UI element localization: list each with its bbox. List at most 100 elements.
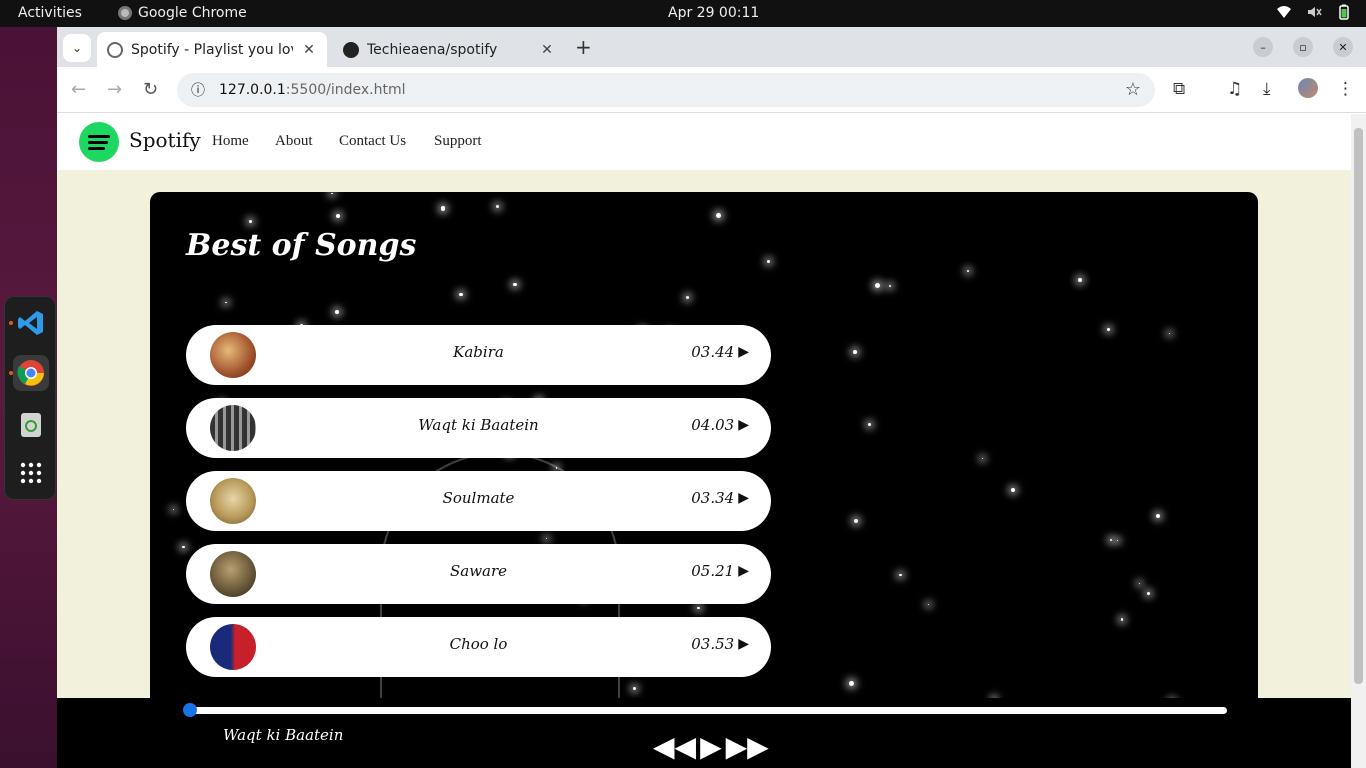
star-decoration bbox=[182, 546, 185, 549]
site-info-icon[interactable]: ⓘ bbox=[191, 80, 205, 100]
star-decoration bbox=[440, 206, 446, 211]
app-menu[interactable]: Google Chrome bbox=[118, 5, 247, 21]
tab-title: Spotify - Playlist you love bbox=[131, 41, 293, 58]
tab-spotify[interactable]: Spotify - Playlist you love ✕ bbox=[97, 32, 327, 67]
dock-app-grid[interactable] bbox=[13, 455, 49, 491]
activities-button[interactable]: Activities bbox=[18, 5, 82, 21]
brand-name[interactable]: Spotify bbox=[129, 128, 201, 152]
system-top-bar: Activities Google Chrome Apr 29 00:11 bbox=[0, 0, 1366, 27]
progress-knob[interactable] bbox=[183, 703, 197, 717]
dock-vscode[interactable] bbox=[9, 305, 49, 341]
minimize-button[interactable]: – bbox=[1253, 37, 1273, 57]
scrollbar-thumb[interactable] bbox=[1354, 128, 1363, 684]
duration-text: 03.34 bbox=[691, 489, 735, 507]
album-cover bbox=[210, 405, 256, 451]
close-window-button[interactable]: ✕ bbox=[1333, 37, 1353, 57]
star-decoration bbox=[513, 282, 517, 286]
play-icon[interactable]: ▶ bbox=[738, 563, 749, 579]
address-bar[interactable]: ⓘ 127.0.0.1:5500/index.html ☆ bbox=[177, 73, 1155, 107]
trash-icon bbox=[21, 413, 41, 437]
album-cover bbox=[210, 624, 256, 670]
app-grid-icon bbox=[20, 462, 42, 484]
star-decoration bbox=[967, 269, 970, 272]
star-decoration bbox=[927, 603, 930, 606]
song-item[interactable]: Choo lo 03.53 ▶ bbox=[186, 617, 771, 677]
nav-home[interactable]: Home bbox=[212, 133, 249, 150]
running-indicator bbox=[9, 371, 13, 375]
download-icon[interactable]: ⤓ bbox=[1263, 79, 1271, 99]
star-decoration bbox=[1109, 538, 1113, 542]
star-decoration bbox=[867, 422, 871, 427]
reload-button[interactable]: ↻ bbox=[143, 79, 158, 100]
page-scrollbar[interactable] bbox=[1351, 114, 1366, 768]
nav-contact[interactable]: Contact Us bbox=[339, 133, 406, 150]
restore-button[interactable]: ▫ bbox=[1293, 37, 1313, 57]
spotify-logo-icon[interactable] bbox=[79, 122, 119, 162]
play-icon[interactable]: ▶ bbox=[738, 490, 749, 506]
song-item[interactable]: Soulmate 03.34 ▶ bbox=[186, 471, 771, 531]
clock[interactable]: Apr 29 00:11 bbox=[668, 5, 759, 21]
song-item[interactable]: Saware 05.21 ▶ bbox=[186, 544, 771, 604]
song-duration[interactable]: 03.53 ▶ bbox=[691, 635, 749, 653]
star-decoration bbox=[1147, 591, 1151, 595]
running-indicator bbox=[9, 321, 13, 325]
duration-text: 04.03 bbox=[691, 416, 735, 434]
song-duration[interactable]: 03.44 ▶ bbox=[691, 343, 749, 361]
menu-kebab-icon[interactable]: ⋮ bbox=[1337, 79, 1354, 99]
dock-chrome[interactable] bbox=[9, 355, 49, 391]
star-decoration bbox=[1077, 277, 1082, 283]
system-tray[interactable] bbox=[1276, 4, 1352, 20]
dock-trash[interactable] bbox=[13, 407, 49, 443]
new-tab-button[interactable]: + bbox=[575, 35, 592, 59]
song-duration[interactable]: 03.34 ▶ bbox=[691, 489, 749, 507]
close-icon[interactable]: ✕ bbox=[301, 42, 317, 58]
tab-search-button[interactable]: ⌄ bbox=[63, 34, 91, 62]
globe-icon bbox=[107, 41, 123, 58]
previous-icon[interactable]: ◀◀ bbox=[653, 730, 696, 763]
chrome-icon bbox=[118, 6, 132, 20]
song-duration[interactable]: 04.03 ▶ bbox=[691, 416, 749, 434]
tab-github[interactable]: Techieaena/spotify ✕ bbox=[333, 32, 565, 67]
media-control-icon[interactable]: ♫ bbox=[1227, 79, 1242, 99]
star-decoration bbox=[1010, 488, 1015, 493]
star-decoration bbox=[1138, 582, 1141, 585]
vscode-icon bbox=[18, 311, 43, 335]
bookmark-star-icon[interactable]: ☆ bbox=[1125, 79, 1141, 100]
url-path: :5500/index.html bbox=[285, 82, 406, 98]
next-icon[interactable]: ▶▶ bbox=[726, 730, 769, 763]
close-icon[interactable]: ✕ bbox=[539, 42, 555, 58]
star-decoration bbox=[899, 573, 902, 577]
extensions-icon[interactable]: ⧉ bbox=[1173, 79, 1185, 99]
github-icon bbox=[343, 41, 359, 58]
profile-avatar[interactable] bbox=[1298, 78, 1318, 98]
play-icon[interactable]: ▶ bbox=[738, 636, 749, 652]
page-viewport: Spotify Home About Contact Us Support Be… bbox=[57, 114, 1351, 768]
star-decoration bbox=[331, 192, 333, 195]
star-decoration bbox=[1120, 617, 1124, 621]
back-button[interactable]: ← bbox=[71, 79, 86, 100]
song-duration[interactable]: 05.21 ▶ bbox=[691, 562, 749, 580]
song-item[interactable]: Kabira 03.44 ▶ bbox=[186, 325, 771, 385]
nav-support[interactable]: Support bbox=[434, 133, 482, 150]
play-icon[interactable]: ▶ bbox=[738, 344, 749, 360]
star-decoration bbox=[1106, 327, 1111, 332]
nav-about[interactable]: About bbox=[275, 133, 313, 150]
browser-toolbar: ← → ↻ ⓘ 127.0.0.1:5500/index.html ☆ ⧉ ♫ … bbox=[57, 67, 1366, 113]
play-icon[interactable]: ▶ bbox=[700, 730, 722, 763]
star-decoration bbox=[1116, 539, 1119, 542]
star-decoration bbox=[496, 204, 500, 208]
tab-strip: ⌄ Spotify - Playlist you love ✕ Techieae… bbox=[57, 27, 1366, 67]
chevron-down-icon: ⌄ bbox=[71, 41, 83, 55]
star-decoration bbox=[697, 606, 701, 610]
star-decoration bbox=[1168, 332, 1171, 335]
star-decoration bbox=[853, 350, 857, 354]
play-icon[interactable]: ▶ bbox=[738, 417, 749, 433]
song-name: Waqt ki Baatein bbox=[418, 416, 539, 434]
forward-button[interactable]: → bbox=[107, 79, 122, 100]
progress-slider[interactable] bbox=[183, 703, 1227, 717]
star-decoration bbox=[249, 220, 252, 223]
album-cover bbox=[210, 478, 256, 524]
song-item[interactable]: Waqt ki Baatein 04.03 ▶ bbox=[186, 398, 771, 458]
star-decoration bbox=[854, 519, 859, 524]
battery-icon bbox=[1339, 4, 1349, 20]
